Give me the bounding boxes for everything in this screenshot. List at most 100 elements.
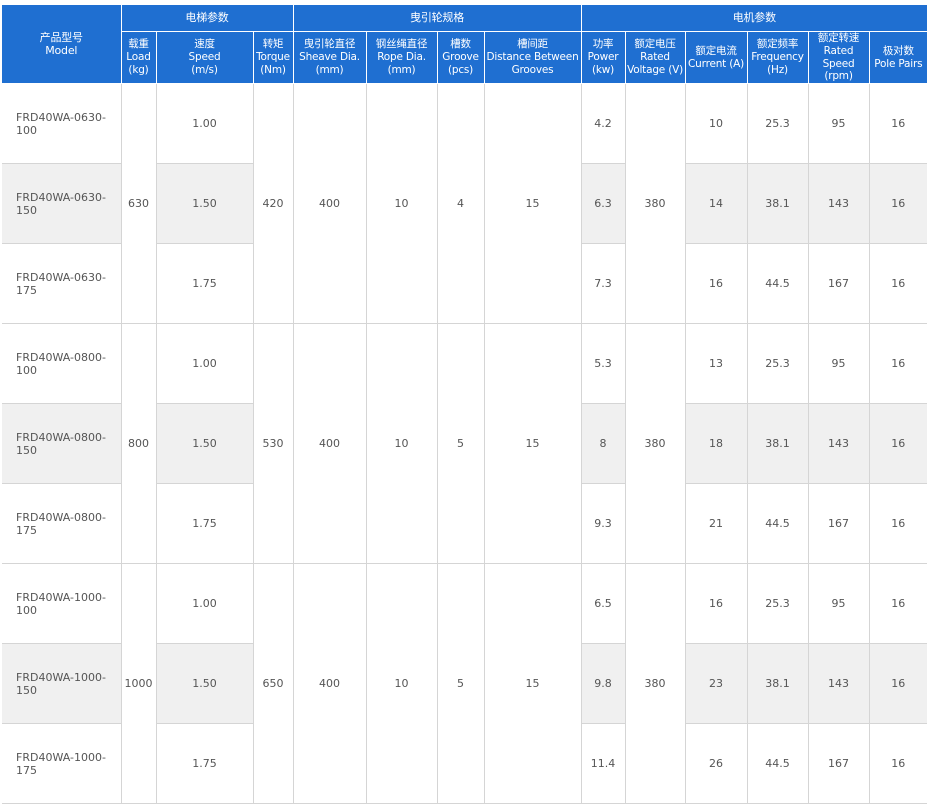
- pole-pairs-cell: 16: [869, 243, 928, 325]
- power-cell: 6.3: [581, 163, 626, 245]
- rated-speed-cell: 95: [808, 83, 870, 165]
- current-cell: 26: [685, 723, 748, 805]
- power-cell: 9.3: [581, 483, 626, 565]
- current-cell: 13: [685, 323, 748, 405]
- speed-cell: 1.50: [156, 403, 254, 485]
- pole-pairs-cell: 16: [869, 483, 928, 565]
- voltage-cell: 380: [625, 83, 686, 325]
- power-cell: 5.3: [581, 323, 626, 405]
- power-cell: 4.2: [581, 83, 626, 165]
- current-cell: 10: [685, 83, 748, 165]
- rope-dia-cell: 10: [366, 563, 438, 805]
- rated-speed-cell: 167: [808, 243, 870, 325]
- rated-speed-cell: 143: [808, 163, 870, 245]
- table-row: FRD40WA-0800-100 800 1.00 530 400 10 5 1…: [2, 323, 928, 565]
- speed-cell: 1.75: [156, 723, 254, 805]
- header-load: 载重 Load (kg): [121, 31, 157, 85]
- pole-pairs-cell: 16: [869, 563, 928, 645]
- power-cell: 9.8: [581, 643, 626, 725]
- speed-cell: 1.75: [156, 483, 254, 565]
- torque-cell: 530: [253, 323, 294, 565]
- frequency-cell: 38.1: [747, 403, 809, 485]
- pole-pairs-cell: 16: [869, 83, 928, 165]
- header-groove: 槽数 Groove (pcs): [437, 31, 485, 85]
- header-pole-pairs: 极对数 Pole Pairs: [869, 31, 928, 85]
- current-cell: 16: [685, 563, 748, 645]
- frequency-cell: 25.3: [747, 83, 809, 165]
- rope-dia-cell: 10: [366, 83, 438, 325]
- model-cell: FRD40WA-0800-100: [2, 323, 122, 405]
- speed-cell: 1.75: [156, 243, 254, 325]
- model-cell: FRD40WA-1000-100: [2, 563, 122, 645]
- model-cell: FRD40WA-1000-175: [2, 723, 122, 805]
- header-groove-distance: 槽间距 Distance Between Grooves: [484, 31, 582, 85]
- rated-speed-cell: 143: [808, 643, 870, 725]
- spec-table: 产品型号 Model 电梯参数 曳引轮规格 电机参数 载重 Load (kg) …: [2, 5, 928, 805]
- frequency-cell: 25.3: [747, 323, 809, 405]
- sheave-dia-cell: 400: [293, 323, 367, 565]
- table-row: FRD40WA-0630-100 630 1.00 420 400 10 4 1…: [2, 83, 928, 325]
- frequency-cell: 38.1: [747, 163, 809, 245]
- voltage-cell: 380: [625, 563, 686, 805]
- model-cell: FRD40WA-0630-175: [2, 243, 122, 325]
- groove-count-cell: 5: [437, 563, 485, 805]
- sheave-dia-cell: 400: [293, 563, 367, 805]
- load-cell: 800: [121, 323, 157, 565]
- header-current: 额定电流 Current (A): [685, 31, 748, 85]
- frequency-cell: 25.3: [747, 563, 809, 645]
- frequency-cell: 44.5: [747, 243, 809, 325]
- current-cell: 18: [685, 403, 748, 485]
- header-speed: 速度 Speed (m/s): [156, 31, 254, 85]
- header-group-motor: 电机参数: [581, 5, 928, 32]
- header-voltage: 额定电压 Rated Voltage (V): [625, 31, 686, 85]
- power-cell: 11.4: [581, 723, 626, 805]
- header-frequency: 额定频率 Frequency (Hz): [747, 31, 809, 85]
- model-cell: FRD40WA-1000-150: [2, 643, 122, 725]
- groove-distance-cell: 15: [484, 563, 582, 805]
- current-cell: 14: [685, 163, 748, 245]
- pole-pairs-cell: 16: [869, 403, 928, 485]
- header-rope-dia: 钢丝绳直径 Rope Dia. (mm): [366, 31, 438, 85]
- sheave-dia-cell: 400: [293, 83, 367, 325]
- torque-cell: 650: [253, 563, 294, 805]
- groove-distance-cell: 15: [484, 323, 582, 565]
- power-cell: 8: [581, 403, 626, 485]
- voltage-cell: 380: [625, 323, 686, 565]
- groove-count-cell: 4: [437, 83, 485, 325]
- groove-count-cell: 5: [437, 323, 485, 565]
- header-power: 功率 Power (kw): [581, 31, 626, 85]
- table-row: FRD40WA-1000-100 1000 1.00 650 400 10 5 …: [2, 563, 928, 805]
- model-cell: FRD40WA-0630-150: [2, 163, 122, 245]
- header-group-elevator: 电梯参数: [121, 5, 294, 32]
- speed-cell: 1.50: [156, 643, 254, 725]
- table-header: 产品型号 Model 电梯参数 曳引轮规格 电机参数 载重 Load (kg) …: [2, 5, 928, 85]
- current-cell: 16: [685, 243, 748, 325]
- header-torque: 转矩 Torque (Nm): [253, 31, 294, 85]
- power-cell: 6.5: [581, 563, 626, 645]
- speed-cell: 1.00: [156, 563, 254, 645]
- table-body: FRD40WA-0630-100 630 1.00 420 400 10 4 1…: [2, 83, 928, 805]
- torque-cell: 420: [253, 83, 294, 325]
- rated-speed-cell: 167: [808, 483, 870, 565]
- header-model: 产品型号 Model: [2, 5, 122, 85]
- rated-speed-cell: 95: [808, 323, 870, 405]
- load-cell: 630: [121, 83, 157, 325]
- groove-distance-cell: 15: [484, 83, 582, 325]
- load-cell: 1000: [121, 563, 157, 805]
- pole-pairs-cell: 16: [869, 643, 928, 725]
- rated-speed-cell: 167: [808, 723, 870, 805]
- pole-pairs-cell: 16: [869, 323, 928, 405]
- pole-pairs-cell: 16: [869, 163, 928, 245]
- frequency-cell: 38.1: [747, 643, 809, 725]
- speed-cell: 1.50: [156, 163, 254, 245]
- model-cell: FRD40WA-0800-150: [2, 403, 122, 485]
- power-cell: 7.3: [581, 243, 626, 325]
- rope-dia-cell: 10: [366, 323, 438, 565]
- speed-cell: 1.00: [156, 323, 254, 405]
- rated-speed-cell: 95: [808, 563, 870, 645]
- pole-pairs-cell: 16: [869, 723, 928, 805]
- model-cell: FRD40WA-0630-100: [2, 83, 122, 165]
- header-group-sheave: 曳引轮规格: [293, 5, 582, 32]
- frequency-cell: 44.5: [747, 483, 809, 565]
- current-cell: 21: [685, 483, 748, 565]
